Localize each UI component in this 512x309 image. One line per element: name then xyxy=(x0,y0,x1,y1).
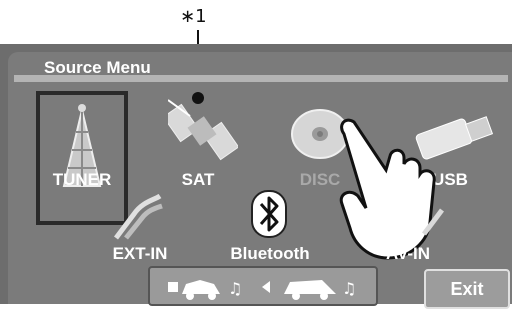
bluetooth-icon[interactable] xyxy=(251,190,287,238)
bluetooth-label[interactable]: Bluetooth xyxy=(222,244,318,264)
footnote-marker: ∗1 xyxy=(180,6,207,27)
sat-label[interactable]: SAT xyxy=(168,170,228,190)
car-front-music-icon: ♫ xyxy=(168,279,242,300)
svg-text:♫: ♫ xyxy=(228,279,242,298)
tuner-label[interactable]: TUNER xyxy=(46,170,118,190)
car-rear-music-icon: ♫ xyxy=(284,279,356,300)
cable-icon[interactable] xyxy=(112,194,164,242)
exit-button[interactable]: Exit xyxy=(424,269,510,309)
hand-pointer-icon xyxy=(339,118,436,260)
arrow-left-icon xyxy=(262,281,270,293)
av-cable-icon[interactable] xyxy=(420,204,450,236)
ext-in-label[interactable]: EXT-IN xyxy=(104,244,176,264)
svg-text:♫: ♫ xyxy=(342,279,356,298)
source-menu-screen: Source Menu TUNER SAT DISC USB EXT-IN Bl… xyxy=(0,44,512,309)
title-divider xyxy=(14,75,508,82)
satellite-icon[interactable] xyxy=(168,98,238,164)
av-in-label[interactable]: AV-IN xyxy=(378,244,438,264)
callout-dot xyxy=(192,92,204,104)
playback-bar[interactable]: ♫ ♫ xyxy=(148,266,378,306)
